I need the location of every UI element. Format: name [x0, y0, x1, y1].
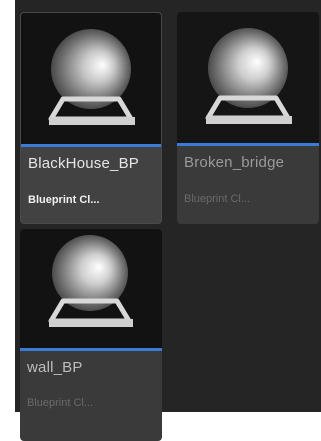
- asset-type-accent-bar: [177, 143, 319, 146]
- asset-type-label: Blueprint Cl...: [27, 397, 94, 409]
- asset-tile-wall-bp[interactable]: wall_BP Blueprint Cl...: [20, 229, 162, 441]
- asset-type-accent-bar: [21, 144, 161, 147]
- asset-thumbnail: [177, 12, 319, 143]
- sphere-pedestal-icon: [205, 28, 292, 124]
- asset-name: Broken_bridge: [184, 154, 285, 171]
- asset-thumbnail: [21, 13, 161, 144]
- sphere-pedestal-icon: [48, 29, 135, 125]
- asset-name: BlackHouse_BP: [28, 155, 139, 172]
- asset-type-label: Blueprint Cl...: [184, 193, 251, 205]
- sphere-pedestal-icon: [48, 235, 133, 327]
- asset-tile-broken-bridge[interactable]: Broken_bridge Blueprint Cl...: [177, 12, 319, 224]
- asset-name: wall_BP: [27, 359, 83, 376]
- asset-tile-blackhouse-bp[interactable]: BlackHouse_BP Blueprint Cl...: [20, 12, 162, 224]
- asset-type-accent-bar: [20, 348, 162, 351]
- content-browser-grid: BlackHouse_BP Blueprint Cl... Broken_bri…: [15, 0, 321, 441]
- asset-type-label: Blueprint Cl...: [28, 194, 100, 206]
- asset-thumbnail: [20, 229, 162, 348]
